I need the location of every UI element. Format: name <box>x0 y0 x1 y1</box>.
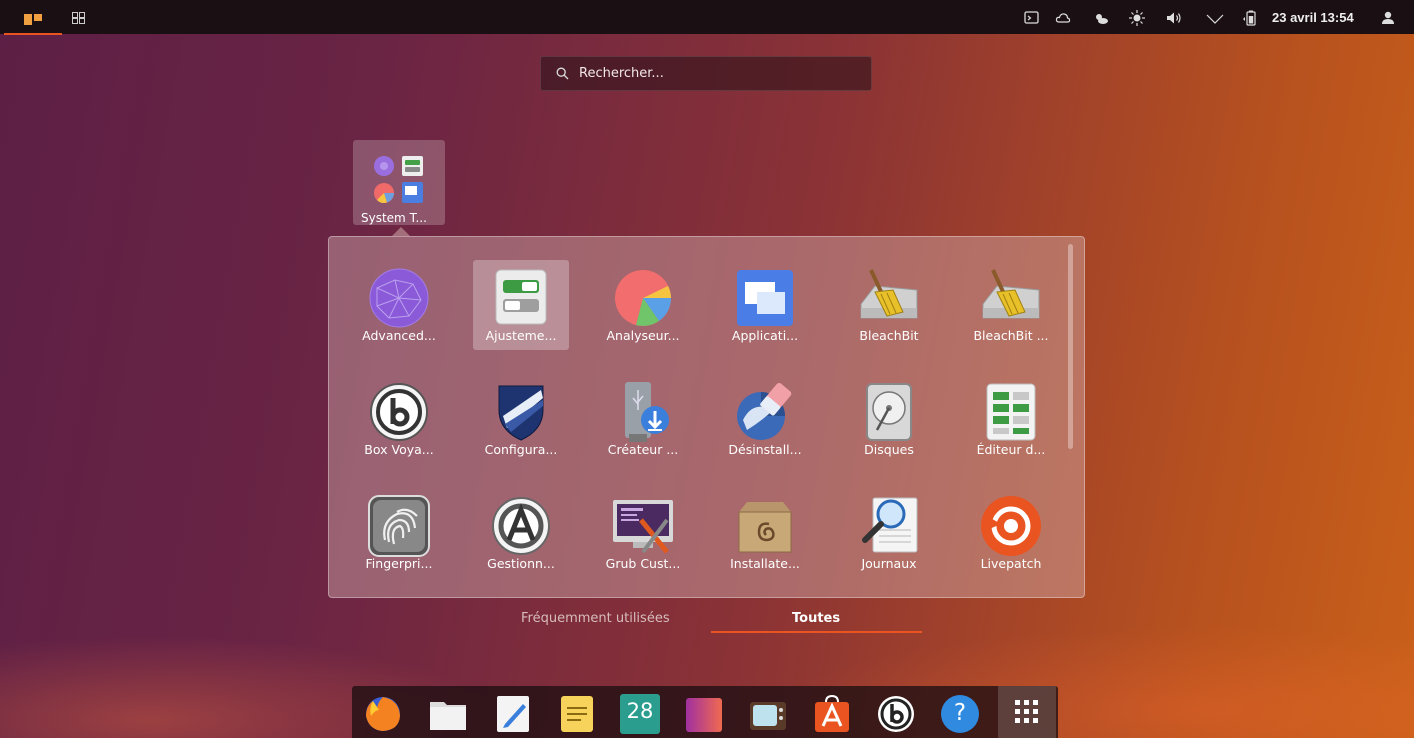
app-label: Ajusteme... <box>485 328 557 343</box>
app-fingerprint[interactable]: Fingerpri... <box>351 488 447 578</box>
notes-icon[interactable] <box>557 694 597 734</box>
app-label: Grub Cust... <box>605 556 681 571</box>
app-label: Analyseur... <box>606 328 680 343</box>
clock[interactable]: 23 avril 13:54 <box>1272 10 1354 25</box>
app-grub-customizer[interactable]: Grub Cust... <box>595 488 691 578</box>
cloud-icon[interactable] <box>1055 10 1071 26</box>
workspace-indicator[interactable] <box>4 9 62 35</box>
app-label: BleachBit <box>859 328 919 343</box>
bleachbit-root-icon <box>982 269 1040 319</box>
files-icon[interactable] <box>428 694 468 734</box>
app-advanced-network[interactable]: Advanced... <box>351 260 447 350</box>
volume-icon[interactable] <box>1166 10 1182 26</box>
fingerprint-icon <box>368 495 430 557</box>
logs-icon <box>862 497 918 553</box>
app-label: Créateur ... <box>607 442 679 457</box>
app-label: Disques <box>864 442 914 457</box>
tab-all[interactable]: Toutes <box>792 611 840 626</box>
software-center-icon[interactable] <box>812 694 852 734</box>
app-firewall-config[interactable]: Configura... <box>473 374 569 464</box>
app-label: Désinstall... <box>728 442 802 457</box>
app-package-installer[interactable]: Installate... <box>717 488 813 578</box>
usb-creator-icon <box>625 382 669 442</box>
disks-icon <box>866 383 912 441</box>
app-label: Box Voya... <box>364 442 434 457</box>
firewall-config-icon <box>498 385 544 441</box>
advanced-network-icon <box>369 268 429 328</box>
workspace-square-right-icon <box>34 14 42 21</box>
weather-icon[interactable] <box>1093 10 1109 26</box>
app-uninstaller[interactable]: Désinstall... <box>717 374 813 464</box>
app-label: BleachBit ... <box>973 328 1049 343</box>
app-label: Gestionn... <box>487 556 555 571</box>
activities-grid-icon[interactable] <box>72 12 85 24</box>
livepatch-icon <box>981 496 1041 556</box>
bleachbit-icon <box>860 269 918 319</box>
wifi-icon[interactable] <box>1206 10 1224 26</box>
search-input[interactable]: Rechercher... <box>540 56 872 91</box>
app-folder-system-tools[interactable]: System T... <box>353 140 445 225</box>
terminal-icon[interactable] <box>1024 10 1040 26</box>
app-software-manager[interactable]: Gestionn... <box>473 488 569 578</box>
firefox-icon[interactable] <box>363 694 403 734</box>
app-label: Fingerpri... <box>365 556 433 571</box>
app-usb-creator[interactable]: Créateur ... <box>595 374 691 464</box>
app-label: Journaux <box>861 556 917 571</box>
box-voyager-icon <box>370 383 428 441</box>
help-glyph: ? <box>953 700 967 726</box>
app-label: Éditeur d... <box>976 442 1046 457</box>
tab-frequent[interactable]: Fréquemment utilisées <box>521 611 670 626</box>
folder-popup-arrow <box>392 227 410 236</box>
battery-icon[interactable] <box>1242 10 1258 26</box>
tv-icon[interactable] <box>748 694 788 734</box>
tab-active-indicator <box>711 631 922 633</box>
brightness-icon[interactable] <box>1129 10 1145 26</box>
box-voyager-dock-icon[interactable] <box>876 694 916 734</box>
app-tweaks[interactable]: Ajusteme... <box>473 260 569 350</box>
applications-icon <box>737 270 793 326</box>
user-menu-icon[interactable] <box>1381 10 1395 26</box>
app-bleachbit[interactable]: BleachBit <box>841 260 937 350</box>
app-bleachbit-root[interactable]: BleachBit ... <box>963 260 1059 350</box>
app-disk-usage-analyzer[interactable]: Analyseur... <box>595 260 691 350</box>
app-dconf-editor[interactable]: Éditeur d... <box>963 374 1059 464</box>
app-label: Configura... <box>484 442 558 457</box>
app-label: Installate... <box>730 556 800 571</box>
app-grid-icon <box>1015 700 1038 723</box>
help-icon[interactable]: ? <box>940 694 980 734</box>
software-manager-icon <box>492 497 550 555</box>
tweaks-icon <box>495 269 547 325</box>
calendar-day: 28 <box>626 699 654 723</box>
grub-customizer-icon <box>613 500 673 554</box>
app-label: Advanced... <box>362 328 436 343</box>
disk-usage-analyzer-icon <box>615 270 671 326</box>
app-box-voyager[interactable]: Box Voya... <box>351 374 447 464</box>
popup-scrollbar[interactable] <box>1068 244 1073 449</box>
media-app-icon[interactable] <box>684 694 724 734</box>
app-label: Applicati... <box>731 328 799 343</box>
search-icon <box>556 67 569 80</box>
show-applications-button[interactable] <box>998 686 1056 738</box>
app-label: Livepatch <box>980 556 1042 571</box>
app-applications[interactable]: Applicati... <box>717 260 813 350</box>
app-disks[interactable]: Disques <box>841 374 937 464</box>
workspace-square-left-icon <box>24 14 32 25</box>
package-installer-icon <box>738 502 792 553</box>
search-placeholder: Rechercher... <box>579 66 664 81</box>
dconf-editor-icon <box>986 383 1036 441</box>
text-editor-icon[interactable] <box>493 694 533 734</box>
folder-preview-icon <box>374 156 423 203</box>
app-livepatch[interactable]: Livepatch <box>963 488 1059 578</box>
top-bar: 23 avril 13:54 <box>0 0 1414 35</box>
app-logs[interactable]: Journaux <box>841 488 937 578</box>
calendar-icon[interactable]: 28 <box>620 694 660 734</box>
folder-label: System T... <box>361 211 427 225</box>
uninstaller-icon <box>737 382 792 440</box>
